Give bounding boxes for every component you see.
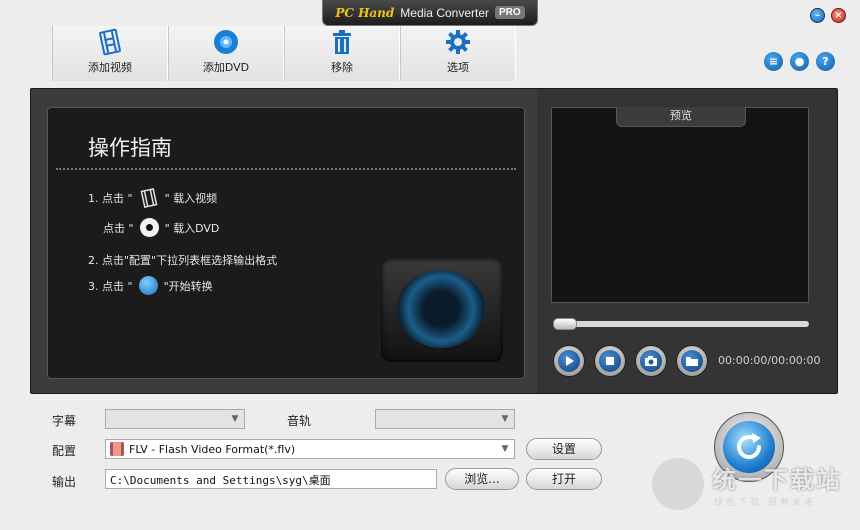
browse-button[interactable]: 浏览... — [445, 468, 519, 490]
step1b-prefix: 点击 " — [103, 221, 134, 235]
add-video-label: 添加视频 — [88, 61, 132, 74]
dvd-icon — [139, 218, 159, 237]
step1-suffix: " 载入视频 — [164, 192, 218, 205]
step1-prefix: 1. 点击 " — [88, 192, 133, 205]
watermark-subtext: 绿色下载 服务未来 — [714, 498, 816, 508]
film-icon — [110, 442, 124, 456]
open-button[interactable]: 打开 — [526, 468, 602, 490]
help-icons: ≡ ● ? — [764, 52, 835, 71]
step3-prefix: 3. 点击 " — [88, 279, 133, 293]
list-icon[interactable]: ≡ — [764, 52, 783, 71]
app-title: Media Converter — [400, 5, 490, 20]
chevron-down-icon: ▼ — [501, 444, 509, 454]
audio-track-select[interactable]: ▼ — [375, 409, 515, 429]
guide-title: 操作指南 — [88, 136, 172, 160]
guide-step-1: 1. 点击 " " 载入视频 — [88, 188, 217, 208]
gear-icon — [446, 30, 470, 54]
camera-icon — [645, 356, 657, 366]
remove-label: 移除 — [331, 61, 353, 74]
step3-suffix: "开始转换 — [163, 279, 213, 293]
timecode: 00:00:00/00:00:00 — [718, 354, 821, 367]
preview-title: 预览 — [616, 107, 746, 127]
output-label: 输出 — [52, 475, 77, 489]
remove-button[interactable]: 移除 — [284, 26, 400, 81]
toolbar: 添加视频 添加DVD 移除 选项 — [52, 26, 516, 81]
add-dvd-label: 添加DVD — [202, 61, 250, 74]
brand-logo: PC Hand — [335, 5, 395, 20]
audio-track-label: 音轨 — [287, 414, 312, 428]
seek-thumb[interactable] — [553, 318, 577, 330]
options-label: 选项 — [447, 61, 469, 74]
dvd-icon — [214, 30, 238, 54]
options-button[interactable]: 选项 — [400, 26, 516, 81]
settings-button[interactable]: 设置 — [526, 438, 602, 460]
profile-text: FLV - Flash Video Format(*.flv) — [110, 442, 295, 456]
app-window: PC Hand Media Converter PRO – × 添加视频 添加D… — [0, 0, 860, 530]
subtitle-label: 字幕 — [52, 414, 77, 428]
folder-icon — [686, 357, 698, 366]
user-icon[interactable]: ● — [790, 52, 809, 71]
guide-step-3: 3. 点击 " "开始转换 — [88, 276, 213, 295]
film-icon — [99, 28, 121, 56]
guide-step-2: 2. 点击"配置"下拉列表框选择输出格式 — [88, 252, 277, 268]
profile-value: FLV - Flash Video Format(*.flv) — [129, 442, 296, 456]
app-logo — [381, 258, 503, 362]
trash-icon — [333, 30, 351, 54]
stop-button[interactable] — [594, 345, 626, 377]
chevron-down-icon: ▼ — [231, 414, 239, 424]
seek-bar[interactable] — [553, 318, 809, 330]
snapshot-button[interactable] — [635, 345, 667, 377]
subtitle-select[interactable]: ▼ — [105, 409, 245, 429]
output-path-input[interactable]: C:\Documents and Settings\syg\桌面 — [105, 469, 437, 489]
play-icon — [566, 356, 574, 366]
close-button[interactable]: × — [831, 8, 846, 23]
convert-icon — [138, 276, 158, 295]
profile-select[interactable]: FLV - Flash Video Format(*.flv) ▼ — [105, 439, 515, 459]
film-icon — [140, 188, 157, 208]
stop-icon — [606, 357, 614, 365]
divider — [56, 168, 516, 173]
watermark: 统一下载站 绿色下载 服务未来 — [652, 448, 852, 518]
watermark-text: 统一下载站 — [712, 466, 842, 494]
chevron-down-icon: ▼ — [501, 414, 509, 424]
guide-step-1b: 点击 " " 载入DVD — [103, 218, 219, 237]
step2-text: 2. 点击"配置"下拉列表框选择输出格式 — [88, 254, 278, 267]
add-video-button[interactable]: 添加视频 — [52, 26, 168, 81]
minimize-button[interactable]: – — [810, 8, 825, 23]
help-icon[interactable]: ? — [816, 52, 835, 71]
guide-panel: 操作指南 1. 点击 " " 载入视频 点击 " " 载入DVD 2. 点击"配… — [47, 107, 525, 379]
step1b-suffix: " 载入DVD — [164, 221, 220, 235]
preview-screen: 预览 — [551, 107, 809, 303]
pro-badge: PRO — [495, 6, 525, 19]
main-stage: 操作指南 1. 点击 " " 载入视频 点击 " " 载入DVD 2. 点击"配… — [30, 88, 838, 394]
title-bar: PC Hand Media Converter PRO — [322, 0, 538, 26]
logo-ring — [397, 270, 485, 348]
watermark-logo — [652, 458, 704, 510]
profile-label: 配置 — [52, 444, 77, 458]
play-button[interactable] — [553, 345, 585, 377]
add-dvd-button[interactable]: 添加DVD — [168, 26, 284, 81]
preview-panel: 预览 00:00:00/00:00:00 — [537, 89, 837, 393]
open-folder-button[interactable] — [676, 345, 708, 377]
